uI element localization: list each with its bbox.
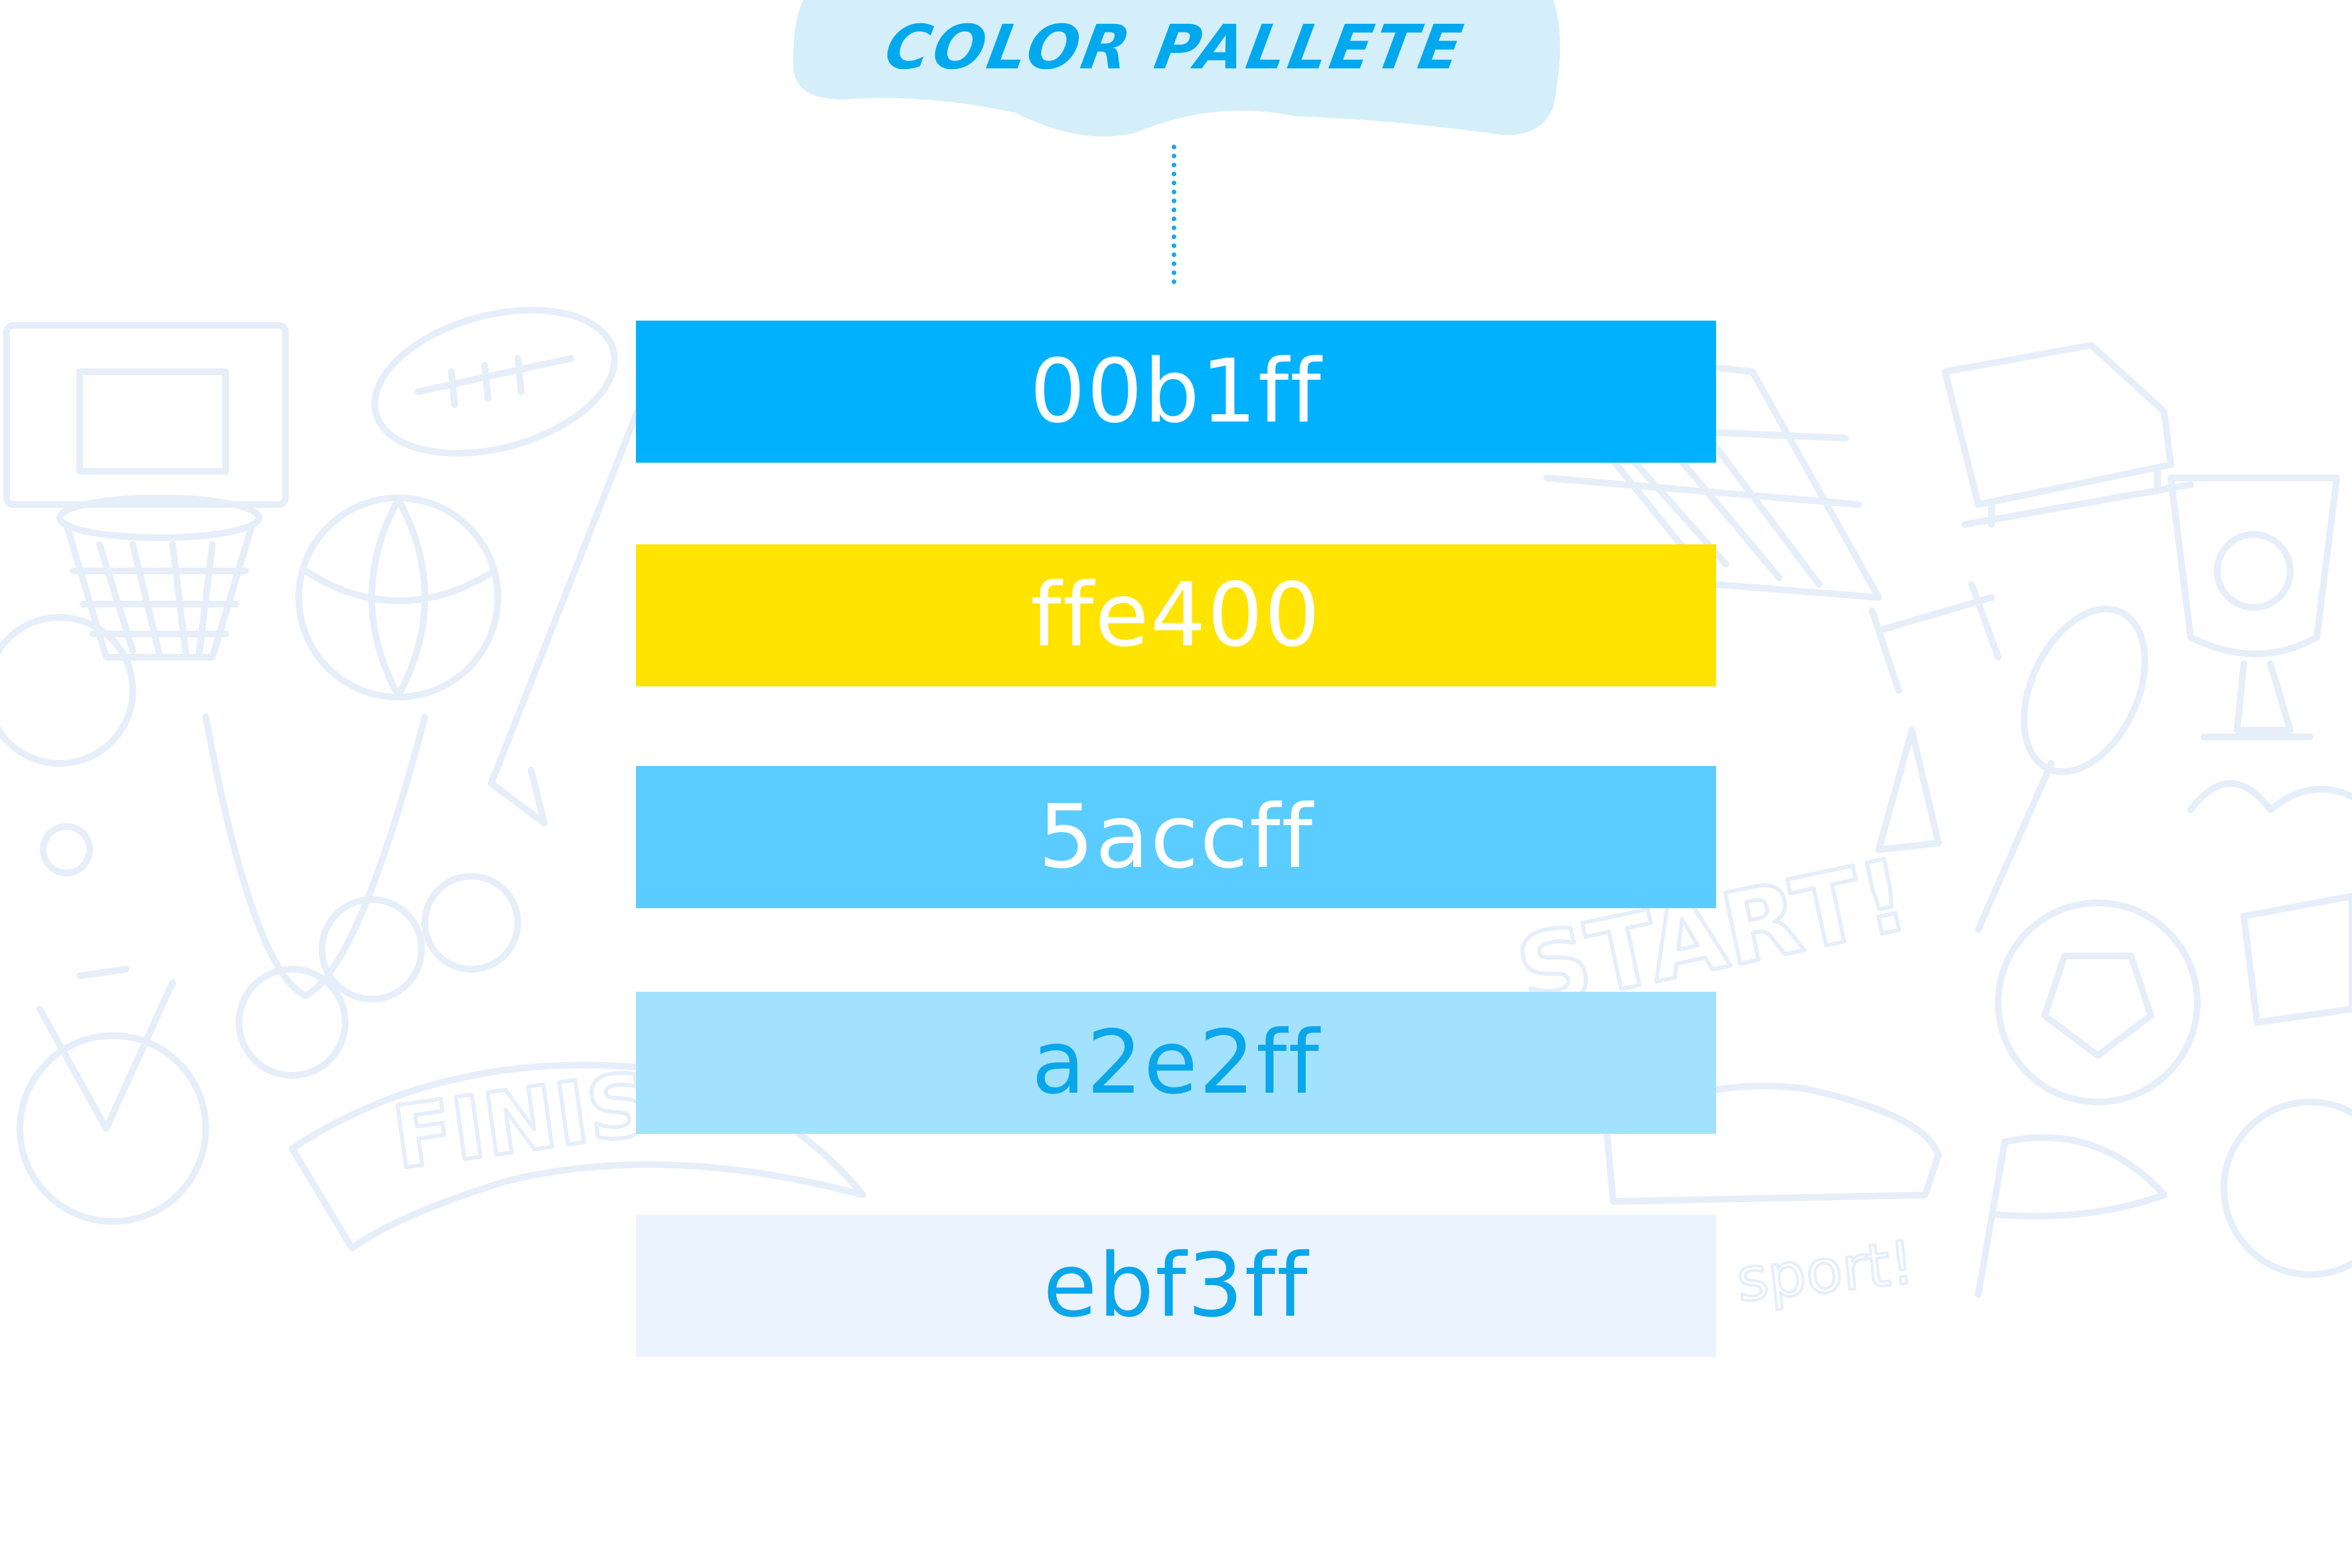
shuttlecock-icon — [1875, 727, 1942, 853]
color-swatch: ffe400 — [636, 544, 1716, 686]
medal-icon — [202, 714, 521, 1079]
football-icon — [371, 307, 618, 457]
sport-doodle-text: sport! — [1733, 1227, 1917, 1315]
checkered-flag-icon — [1975, 1134, 2167, 1298]
color-swatch: 00b1ff — [636, 321, 1716, 463]
swatch-hex-label: a2e2ff — [1031, 1012, 1320, 1114]
swatch-hex-label: ebf3ff — [1043, 1235, 1309, 1337]
basketball-icon — [295, 495, 501, 700]
swatch-hex-label: ffe400 — [1030, 564, 1322, 666]
dumbbell-icon — [1869, 581, 2001, 694]
bone-icon — [2187, 780, 2352, 813]
small-ring-icon — [40, 823, 93, 876]
color-swatch: a2e2ff — [636, 992, 1716, 1134]
podium-icon — [2240, 893, 2352, 1026]
swatch-hex-label: 00b1ff — [1030, 341, 1322, 443]
racket-icon — [1975, 605, 2148, 933]
soccer-ball-icon — [1995, 900, 2201, 1105]
ball-icon — [0, 614, 136, 767]
color-swatch: 5accff — [636, 766, 1716, 908]
dotted-connector — [1172, 145, 1176, 284]
bicycle-icon — [17, 966, 209, 1225]
basketball-hoop-icon — [3, 322, 289, 661]
swatch-hex-label: 5accff — [1038, 786, 1314, 888]
wheel-icon — [2221, 1099, 2352, 1278]
hockey-stick-icon — [488, 408, 641, 826]
trophy-icon — [2167, 475, 2340, 740]
ice-skate-icon — [1942, 342, 2194, 528]
page-title: COLOR PALLETE — [880, 12, 1470, 83]
color-swatch: ebf3ff — [636, 1215, 1716, 1357]
